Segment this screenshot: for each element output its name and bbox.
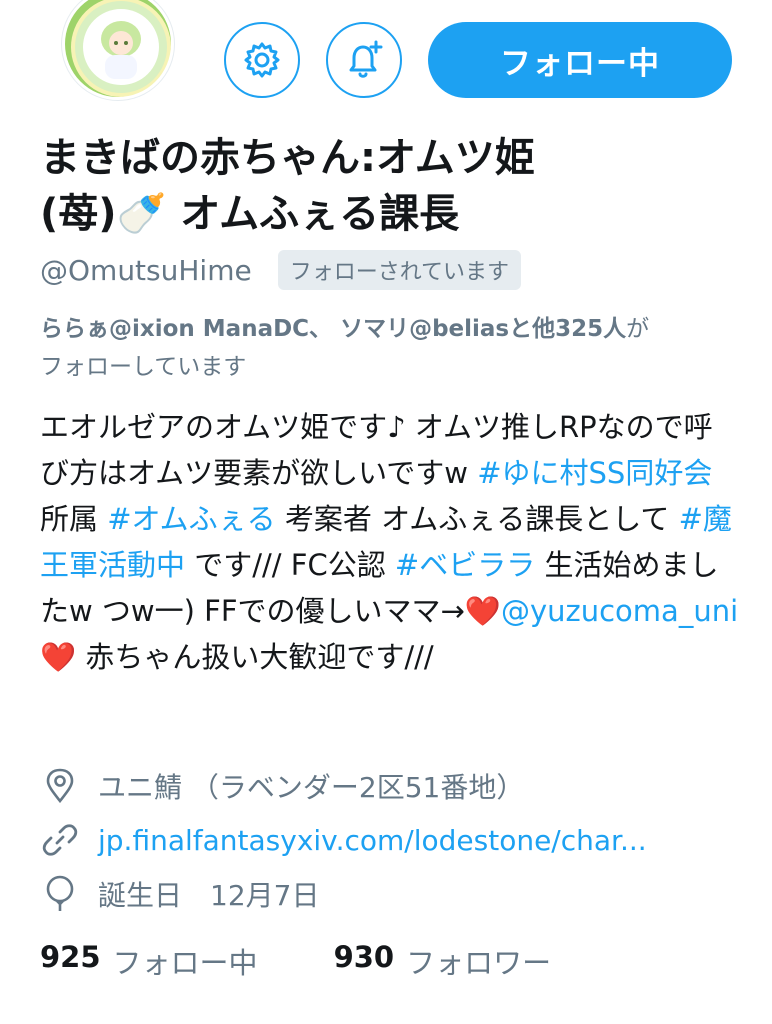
profile-bio: エオルゼアのオムツ姫です♪ オムツ推しRPなので呼び方はオムツ要素が欲しいですw…	[40, 404, 740, 680]
birthday-text: 誕生日 12月7日	[98, 879, 320, 912]
website-row[interactable]: jp.finalfantasyxiv.com/lodestone/char...	[40, 820, 647, 860]
website-link[interactable]: jp.finalfantasyxiv.com/lodestone/char...	[98, 824, 647, 857]
avatar-image	[65, 0, 171, 97]
follow-stats: 925 フォロー中 930 フォロワー	[40, 940, 627, 982]
hashtag-link[interactable]: #オムふぇる	[107, 502, 275, 536]
followed-by-names: ららぁ@ixion ManaDC、 ソマリ@beliasと他325人	[40, 316, 627, 342]
bio-text: 考案者 オムふぇる課長として	[275, 502, 679, 536]
display-name-line2: (苺)🍼 オムふぇる課長	[40, 191, 460, 237]
settings-button[interactable]	[224, 22, 300, 98]
gear-icon	[244, 42, 280, 78]
heart-emoji: ❤️	[464, 594, 501, 628]
following-stat[interactable]: 925 フォロー中	[40, 940, 258, 982]
display-name-line1: まきばの赤ちゃん:オムツ姫	[40, 135, 535, 181]
followed-by-line2: フォローしています	[40, 354, 247, 380]
display-name: まきばの赤ちゃん:オムツ姫 (苺)🍼 オムふぇる課長	[40, 130, 740, 242]
link-icon	[40, 820, 80, 860]
following-label: フォロー中	[112, 946, 258, 980]
hashtag-link[interactable]: #ベビララ	[395, 548, 535, 582]
user-handle: @OmutsuHime	[40, 253, 252, 287]
bio-text: です/// FC公認	[185, 548, 395, 582]
following-count: 925	[40, 940, 101, 974]
bio-text: 赤ちゃん扱い大歓迎です///	[76, 640, 434, 674]
birthday-row: 誕生日 12月7日	[40, 874, 319, 914]
followers-count: 930	[333, 940, 395, 974]
bell-plus-icon	[349, 40, 383, 78]
following-button-label: フォロー中	[500, 45, 660, 82]
followers-label: フォロワー	[406, 946, 552, 980]
location-row: ユニ鯖 （ラベンダー2区51番地）	[40, 766, 524, 806]
mention-link[interactable]: @yuzucoma_uni	[501, 594, 738, 628]
followers-stat[interactable]: 930 フォロワー	[334, 940, 552, 982]
location-pin-icon	[40, 766, 80, 806]
bio-text: 所属	[40, 502, 108, 536]
followed-by-text[interactable]: ららぁ@ixion ManaDC、 ソマリ@beliasと他325人が フォロー…	[40, 310, 740, 386]
followed-by-suffix: が	[626, 316, 650, 342]
notify-button[interactable]	[326, 22, 402, 98]
follows-you-badge: フォローされています	[277, 250, 522, 290]
following-button[interactable]: フォロー中	[428, 22, 732, 98]
handle-row: @OmutsuHime フォローされています	[40, 250, 522, 290]
balloon-icon	[40, 874, 80, 914]
heart-emoji: ❤️	[40, 640, 77, 674]
profile-avatar[interactable]	[62, 0, 174, 100]
hashtag-link[interactable]: #ゆに村SS同好会	[477, 456, 712, 490]
location-text: ユニ鯖 （ラベンダー2区51番地）	[98, 771, 525, 804]
